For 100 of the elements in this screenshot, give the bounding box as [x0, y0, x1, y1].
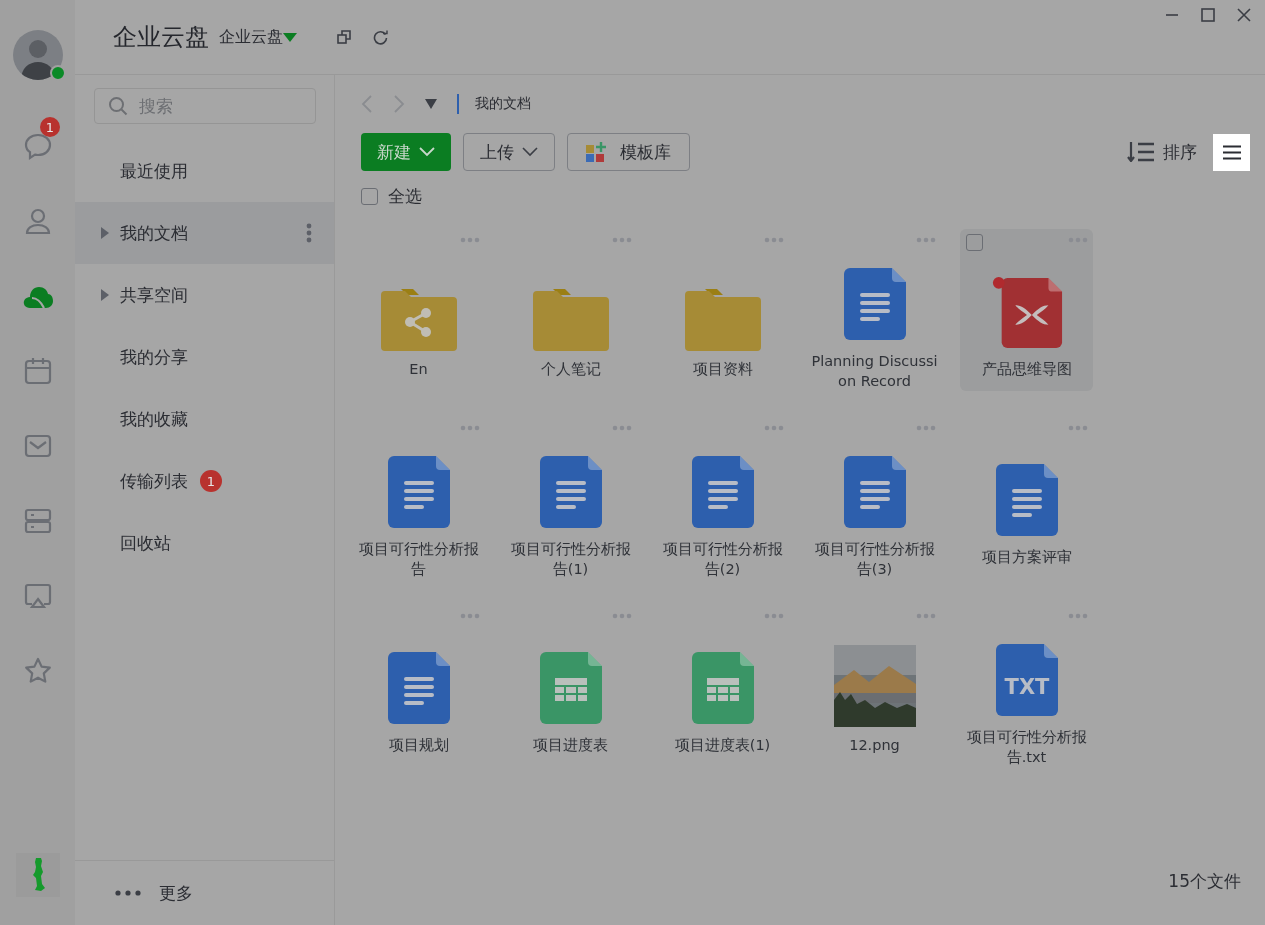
more-options-icon[interactable]	[1068, 613, 1088, 619]
text-file-icon: TXT	[995, 644, 1058, 719]
mascot-icon[interactable]	[15, 853, 60, 897]
sidebar-item[interactable]: 传输列表 1	[75, 450, 334, 512]
spreadsheet-icon	[691, 652, 754, 727]
file-tile[interactable]: Planning Discussion Record	[808, 229, 941, 391]
sidebar-item[interactable]: 共享空间	[75, 264, 334, 326]
view-menu-button[interactable]	[1213, 133, 1250, 171]
file-name: 12.png	[848, 736, 901, 755]
more-label[interactable]: 更多	[159, 881, 193, 905]
folder-icon	[532, 289, 609, 351]
close-icon[interactable]	[1237, 8, 1251, 22]
file-name: 项目可行性分析报告	[357, 540, 480, 579]
sort-button[interactable]: 排序	[1127, 140, 1197, 164]
file-name: Planning Discussion Record	[810, 352, 939, 391]
space-switcher[interactable]: 企业云盘	[219, 26, 297, 48]
file-name: 项目可行性分析报告(2)	[661, 540, 784, 579]
sidebar-item[interactable]: 我的收藏	[75, 388, 334, 450]
file-tile[interactable]: 12.png	[808, 605, 941, 767]
file-tile[interactable]: TXT 项目可行性分析报告.txt	[960, 605, 1093, 767]
more-options-icon[interactable]	[612, 237, 632, 243]
file-tile[interactable]: 项目规划	[352, 605, 485, 767]
file-name: 项目资料	[691, 360, 754, 379]
search-field[interactable]: 搜索	[94, 88, 316, 124]
search-icon	[108, 96, 128, 116]
more-options-icon[interactable]	[460, 613, 480, 619]
sidebar-item[interactable]: 我的分享	[75, 326, 334, 388]
template-grid-icon	[586, 142, 606, 162]
file-tile[interactable]: 项目可行性分析报告(1)	[504, 417, 637, 579]
select-all-checkbox[interactable]	[361, 187, 378, 205]
more-options-icon[interactable]	[306, 223, 312, 243]
file-tile[interactable]: En	[352, 229, 485, 391]
more-options-icon[interactable]	[764, 613, 784, 619]
dropdown-triangle-icon[interactable]	[425, 99, 437, 109]
file-tile[interactable]: 项目可行性分析报告(2)	[656, 417, 789, 579]
unread-count: 1	[40, 117, 60, 137]
file-tile[interactable]: 项目进度表	[504, 605, 637, 767]
shared-folder-icon	[380, 289, 457, 351]
checkbox[interactable]	[966, 234, 983, 251]
more-options-icon[interactable]	[764, 237, 784, 243]
breadcrumb-item[interactable]: 我的文档	[475, 95, 531, 113]
file-tile[interactable]: 项目方案评审	[960, 417, 1093, 579]
spreadsheet-icon	[539, 652, 602, 727]
file-name: 产品思维导图	[980, 360, 1073, 379]
file-name: 项目规划	[387, 736, 450, 755]
new-button[interactable]: 新建	[361, 133, 451, 171]
upload-button[interactable]: 上传	[463, 133, 555, 171]
more-options-icon[interactable]	[460, 237, 480, 243]
file-name: 项目可行性分析报告(3)	[813, 540, 936, 579]
chevron-down-icon	[522, 147, 538, 157]
document-icon	[539, 456, 602, 531]
sidebar-label: 共享空间	[120, 283, 188, 307]
pop-out-icon[interactable]	[337, 30, 351, 44]
nav-item[interactable]: 1	[0, 108, 75, 183]
sidebar-item[interactable]: 最近使用	[75, 140, 334, 202]
refresh-icon[interactable]	[373, 29, 388, 45]
file-tile[interactable]: 项目进度表(1)	[656, 605, 789, 767]
expand-arrow-icon[interactable]	[101, 289, 109, 301]
chevron-down-icon	[419, 147, 435, 157]
file-name: 个人笔记	[539, 360, 602, 379]
file-tile[interactable]: 项目可行性分析报告	[352, 417, 485, 579]
more-options-icon[interactable]	[1068, 425, 1088, 431]
document-icon	[691, 456, 754, 531]
more-options-icon[interactable]	[612, 613, 632, 619]
select-all-label[interactable]: 全选	[388, 184, 422, 208]
more-options-icon[interactable]	[916, 613, 936, 619]
sidebar-label: 我的文档	[120, 221, 188, 245]
file-tile[interactable]: 项目资料	[656, 229, 789, 391]
folder-icon	[684, 289, 761, 351]
more-options-icon[interactable]	[612, 425, 632, 431]
document-icon	[387, 456, 450, 531]
ellipsis-icon[interactable]	[115, 890, 141, 896]
document-icon	[843, 456, 906, 531]
file-name: 项目进度表	[532, 736, 609, 755]
document-icon	[843, 268, 906, 343]
file-count: 15个文件	[1168, 870, 1241, 893]
star-icon[interactable]	[22, 655, 53, 686]
more-options-icon[interactable]	[460, 425, 480, 431]
file-tile[interactable]: 项目可行性分析报告(3)	[808, 417, 941, 579]
file-tile[interactable]: 个人笔记	[504, 229, 637, 391]
more-options-icon[interactable]	[764, 425, 784, 431]
sidebar-item[interactable]: 我的文档	[75, 202, 334, 264]
expand-arrow-icon[interactable]	[101, 227, 109, 239]
app-title: 企业云盘	[113, 22, 209, 53]
sort-icon	[1127, 142, 1155, 162]
more-options-icon[interactable]	[916, 237, 936, 243]
document-icon	[387, 652, 450, 727]
sidebar-label: 我的收藏	[120, 407, 188, 431]
template-library-button[interactable]: 模板库	[567, 133, 690, 171]
more-options-icon[interactable]	[916, 425, 936, 431]
sidebar-item[interactable]: 回收站	[75, 512, 334, 574]
file-name: 项目可行性分析报告.txt	[965, 728, 1088, 767]
calendar-icon[interactable]	[22, 355, 53, 386]
maximize-icon[interactable]	[1201, 8, 1215, 22]
sidebar-label: 传输列表	[120, 469, 188, 493]
sidebar-label: 回收站	[120, 531, 171, 555]
file-tile[interactable]: 产品思维导图	[960, 229, 1093, 391]
sidebar-label: 最近使用	[120, 159, 188, 183]
transfer-count: 1	[200, 470, 222, 492]
avatar[interactable]	[12, 30, 63, 80]
